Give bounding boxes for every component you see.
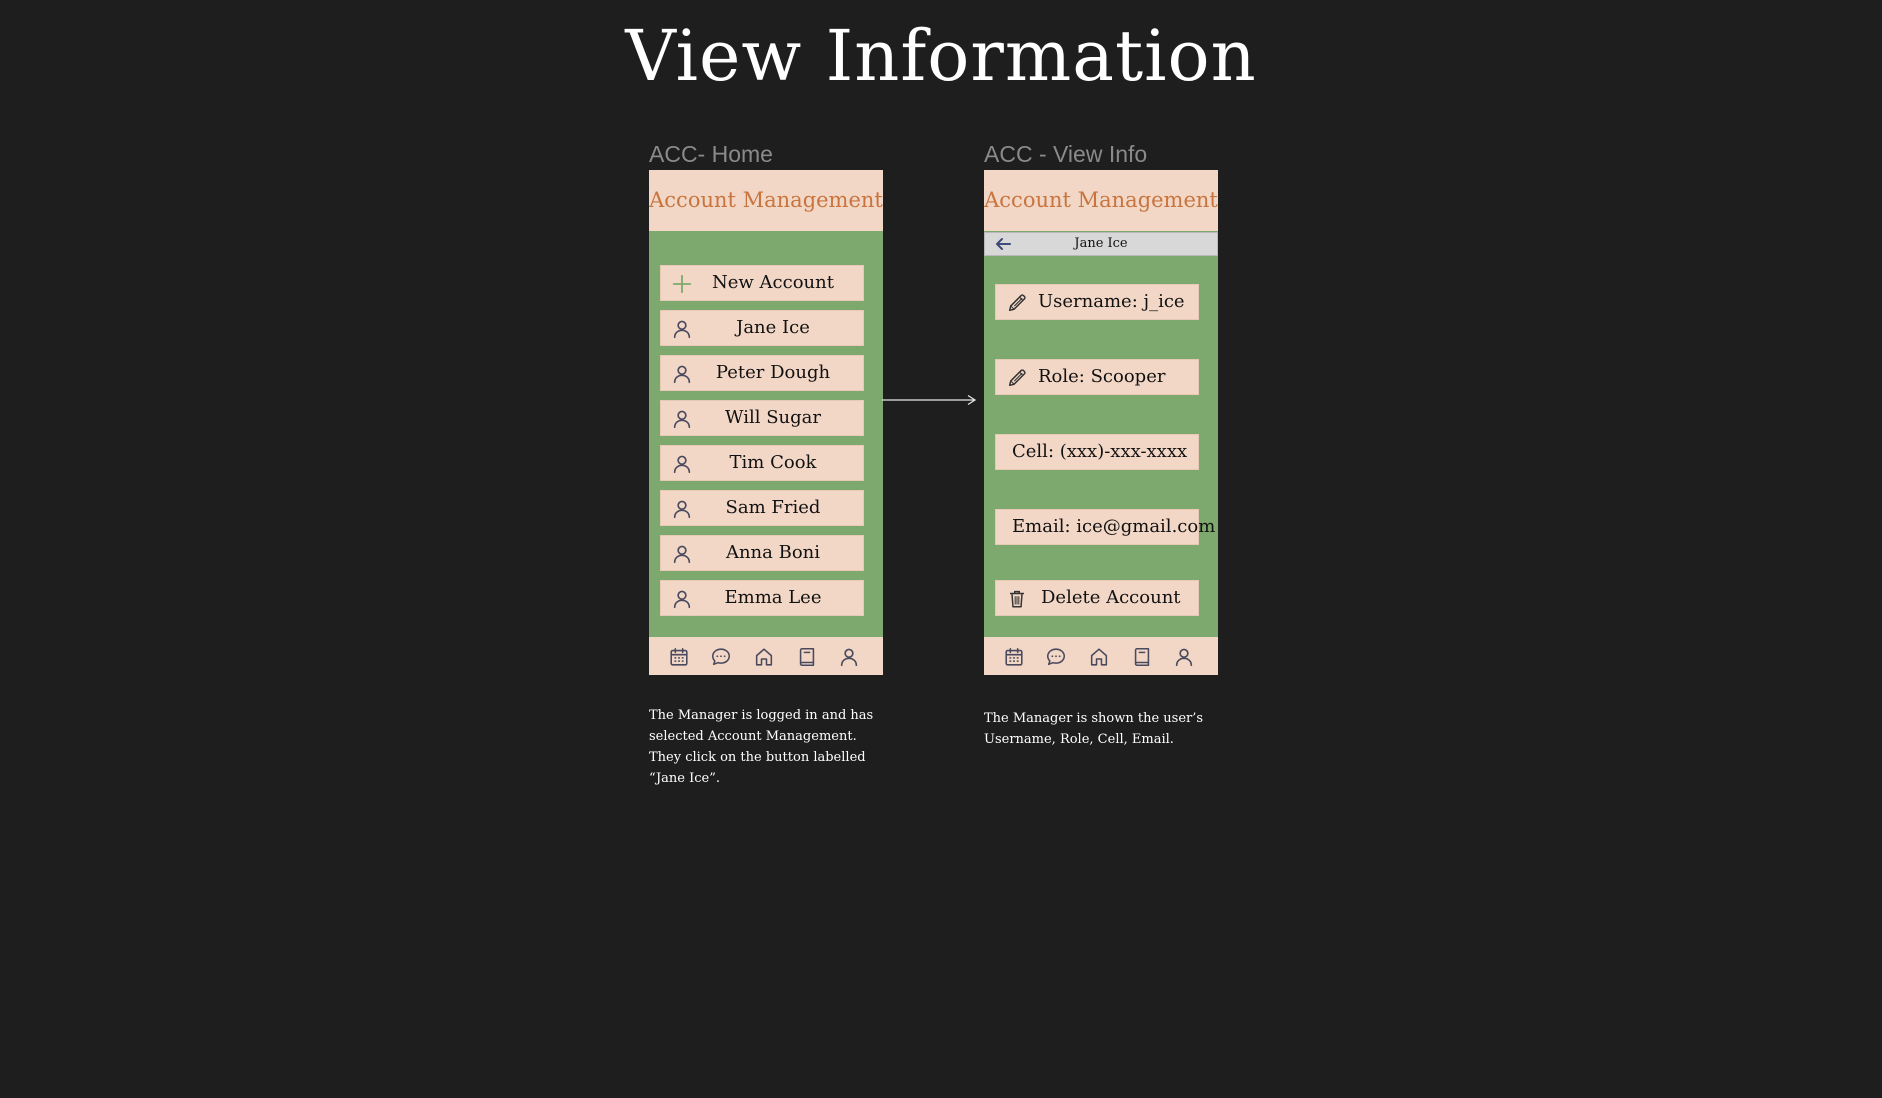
account-label: Tim Cook: [729, 452, 817, 473]
view-info-caption: The Manager is shown the user’s Username…: [984, 711, 1204, 747]
view-info-screen: Account Management Jane Ice Username: j_…: [984, 170, 1218, 675]
account-button-jane-ice[interactable]: Jane Ice: [660, 310, 864, 346]
chat-icon[interactable]: [1045, 646, 1067, 668]
cell-text: Cell: (xxx)-xxx-xxxx: [1012, 441, 1188, 462]
pencil-icon[interactable]: [1006, 367, 1028, 389]
account-label: Emma Lee: [724, 587, 822, 608]
view-info-frame-label: ACC - View Info: [984, 141, 1148, 167]
home-frame-label: ACC- Home: [649, 141, 773, 167]
email-field: Email: ice@gmail.com: [995, 509, 1216, 545]
account-label: Peter Dough: [715, 362, 831, 383]
home-icon[interactable]: [1088, 646, 1110, 668]
account-button-will-sugar[interactable]: Will Sugar: [660, 400, 864, 436]
home-caption: The Manager is logged in and has selecte…: [649, 708, 874, 786]
profile-icon[interactable]: [1173, 646, 1195, 668]
cell-field: Cell: (xxx)-xxx-xxxx: [995, 434, 1199, 470]
trash-icon: [1006, 588, 1028, 610]
view-info-header: Account Management: [984, 170, 1218, 231]
delete-account-label: Delete Account: [1041, 587, 1181, 608]
home-icon[interactable]: [753, 646, 775, 668]
view-info-tab-bar: [984, 637, 1218, 675]
profile-icon[interactable]: [838, 646, 860, 668]
pencil-icon[interactable]: [1006, 292, 1028, 314]
home-header: Account Management: [649, 170, 883, 231]
new-account-label: New Account: [712, 272, 834, 293]
username-text: Username: j_ice: [1038, 291, 1185, 312]
new-account-button[interactable]: New Account: [660, 265, 864, 301]
account-label: Will Sugar: [725, 407, 821, 428]
account-label: Sam Fried: [725, 497, 821, 518]
role-text: Role: Scooper: [1038, 366, 1166, 387]
chat-icon[interactable]: [710, 646, 732, 668]
role-field[interactable]: Role: Scooper: [995, 359, 1199, 395]
calendar-icon[interactable]: [668, 646, 690, 668]
account-button-peter-dough[interactable]: Peter Dough: [660, 355, 864, 391]
email-text: Email: ice@gmail.com: [1012, 516, 1216, 537]
account-label: Jane Ice: [736, 317, 810, 338]
user-subheader: Jane Ice: [984, 232, 1218, 256]
username-field[interactable]: Username: j_ice: [995, 284, 1199, 320]
flow-arrow: [882, 394, 977, 406]
account-button-sam-fried[interactable]: Sam Fried: [660, 490, 864, 526]
book-icon[interactable]: [796, 646, 818, 668]
calendar-icon[interactable]: [1003, 646, 1025, 668]
subheader-user-name: Jane Ice: [1074, 236, 1128, 251]
account-button-anna-boni[interactable]: Anna Boni: [660, 535, 864, 571]
home-screen: Account Management New Account Jane Ice …: [649, 170, 883, 675]
account-label: Anna Boni: [725, 542, 821, 563]
home-tab-bar: [649, 637, 883, 675]
account-button-emma-lee[interactable]: Emma Lee: [660, 580, 864, 616]
page-title: View Information: [625, 15, 1257, 97]
account-button-tim-cook[interactable]: Tim Cook: [660, 445, 864, 481]
delete-account-button[interactable]: Delete Account: [995, 580, 1199, 616]
book-icon[interactable]: [1131, 646, 1153, 668]
